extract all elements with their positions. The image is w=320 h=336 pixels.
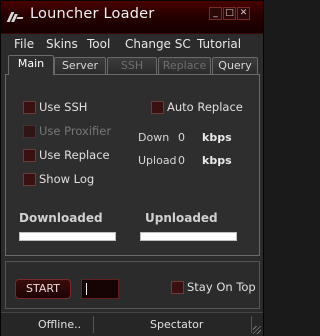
menu-tutorial[interactable]: Tutorial	[197, 37, 241, 51]
tab-replace[interactable]: Replace	[158, 57, 211, 74]
use-proxifier-checkbox[interactable]	[23, 125, 36, 138]
tab-ssh[interactable]: SSH	[107, 57, 157, 74]
stay-on-top-label: Stay On Top	[187, 280, 256, 294]
resize-grip-icon[interactable]	[253, 326, 261, 334]
uploaded-progress-bar	[140, 232, 237, 241]
main-window: Louncher Loader _ □ ✕ File Skins Tool Ch…	[0, 0, 264, 336]
command-input[interactable]	[81, 279, 119, 299]
upload-value: 0	[178, 154, 185, 167]
menu-skins[interactable]: Skins	[46, 37, 78, 51]
start-button[interactable]: START	[15, 279, 71, 299]
status-divider	[251, 316, 252, 333]
title-bar[interactable]: Louncher Loader _ □ ✕	[1, 1, 263, 34]
menu-tool[interactable]: Tool	[87, 37, 110, 51]
status-divider	[93, 316, 94, 333]
down-label: Down	[138, 131, 170, 144]
tab-server[interactable]: Server	[54, 57, 106, 74]
menu-change-sc[interactable]: Change SC	[125, 37, 191, 51]
control-area: START Stay On Top	[5, 261, 260, 309]
use-proxifier-label: Use Proxifier	[39, 124, 112, 138]
app-logo-icon	[6, 12, 24, 22]
use-replace-checkbox[interactable]	[23, 149, 36, 162]
downloaded-label: Downloaded	[19, 211, 103, 225]
status-bar: Offline.. Spectator	[1, 312, 263, 336]
connection-status: Offline..	[38, 318, 82, 331]
show-log-checkbox[interactable]	[23, 173, 36, 186]
auto-replace-checkbox[interactable]	[151, 101, 164, 114]
window-title: Louncher Loader	[30, 6, 155, 22]
maximize-button[interactable]: □	[223, 7, 236, 20]
down-value: 0	[178, 131, 185, 144]
tab-strip: Main Server SSH Replace Query	[1, 55, 263, 75]
close-button[interactable]: ✕	[237, 7, 250, 20]
down-unit: kbps	[202, 131, 232, 144]
main-tab-panel: Use SSH Use Proxifier Use Replace Show L…	[5, 74, 260, 256]
auto-replace-label: Auto Replace	[167, 100, 243, 114]
use-ssh-checkbox[interactable]	[23, 101, 36, 114]
menu-file[interactable]: File	[14, 37, 34, 51]
menu-bar: File Skins Tool Change SC Tutorial	[1, 34, 263, 54]
downloaded-progress-bar	[19, 232, 116, 241]
uploaded-label: Upnloaded	[145, 211, 218, 225]
upload-unit: kbps	[202, 154, 232, 167]
show-log-label: Show Log	[39, 172, 95, 186]
mode-status: Spectator	[150, 318, 204, 331]
stay-on-top-checkbox[interactable]	[171, 281, 184, 294]
tab-main[interactable]: Main	[8, 55, 54, 75]
tab-query[interactable]: Query	[212, 57, 258, 74]
upload-label: Upload	[138, 154, 177, 167]
text-caret	[86, 283, 87, 295]
minimize-button[interactable]: _	[209, 7, 222, 20]
use-replace-label: Use Replace	[39, 148, 110, 162]
use-ssh-label: Use SSH	[39, 100, 88, 114]
